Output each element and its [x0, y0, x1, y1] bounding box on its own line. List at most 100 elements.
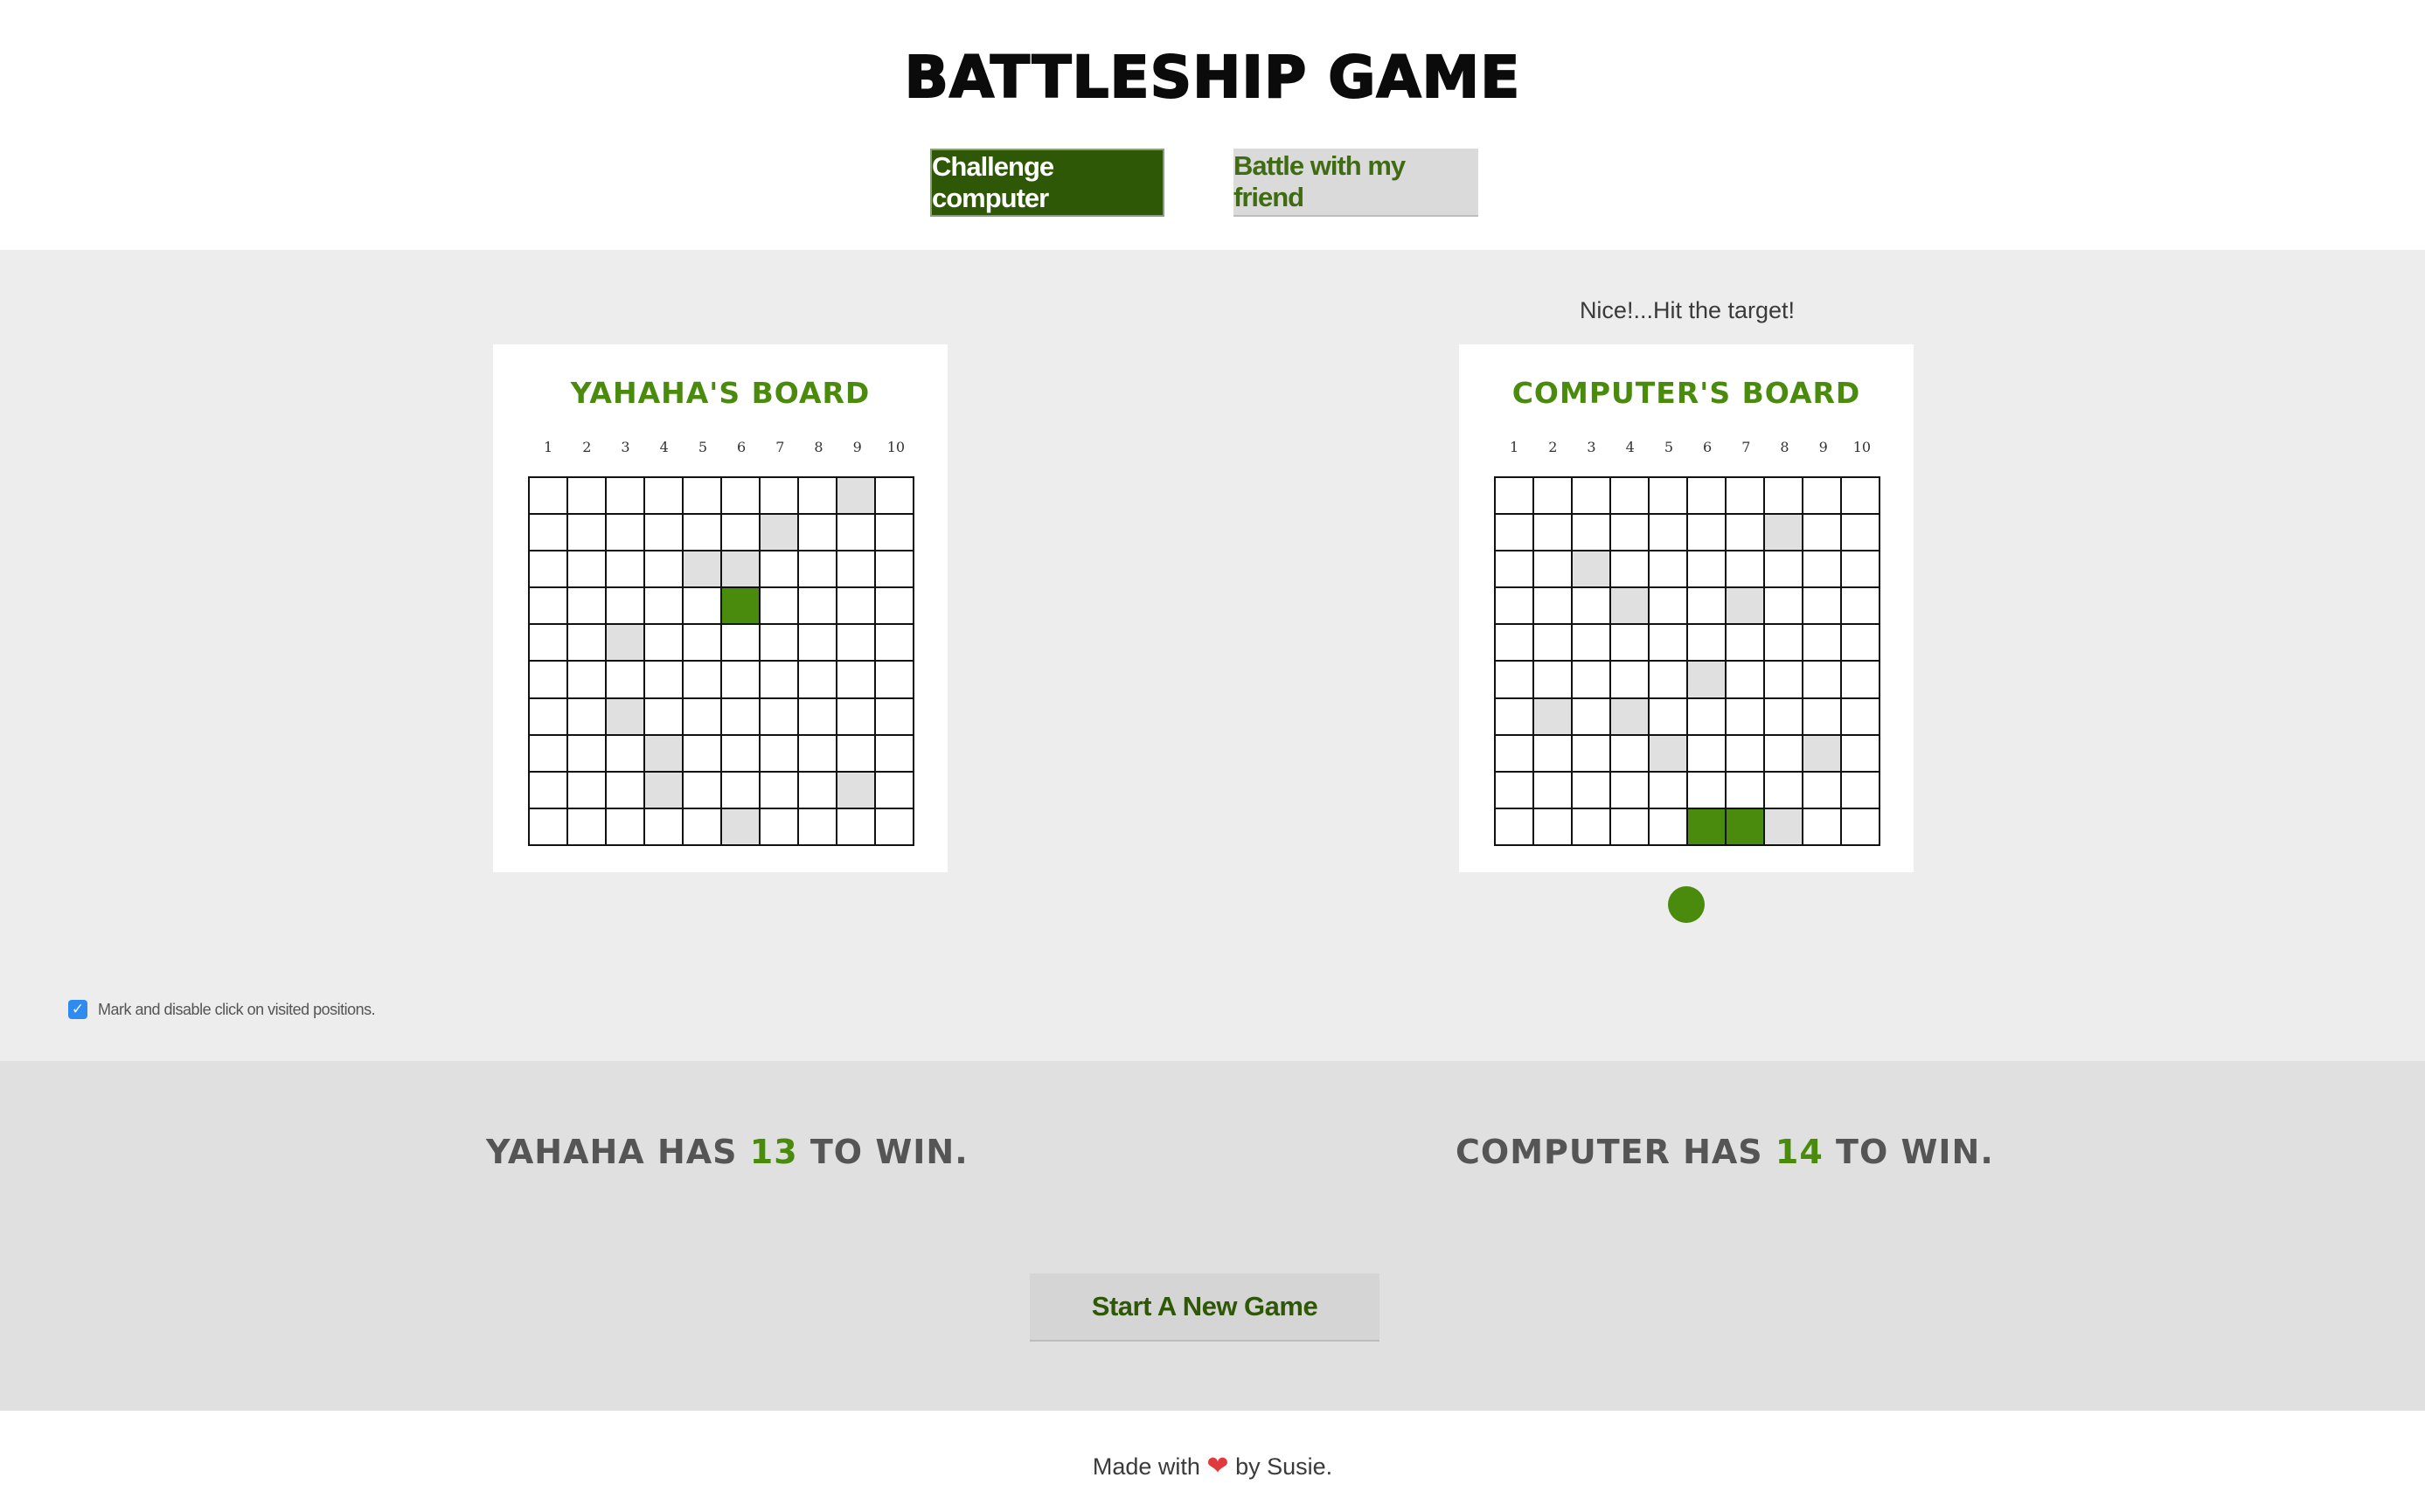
computer-cell-r8c4[interactable] — [1611, 735, 1650, 773]
computer-cell-r8c9[interactable] — [1803, 735, 1842, 773]
computer-cell-r3c5[interactable] — [1650, 551, 1688, 589]
computer-cell-r6c6[interactable] — [1688, 662, 1727, 699]
player-cell-r9c9[interactable] — [837, 772, 876, 809]
player-cell-r9c7[interactable] — [761, 772, 799, 809]
computer-cell-r7c1[interactable] — [1496, 698, 1534, 736]
computer-cell-r4c3[interactable] — [1573, 588, 1611, 626]
player-cell-r10c2[interactable] — [568, 808, 607, 846]
computer-cell-r9c7[interactable] — [1727, 772, 1765, 809]
player-cell-r5c1[interactable] — [530, 625, 568, 662]
player-cell-r1c7[interactable] — [761, 478, 799, 516]
computer-cell-r9c3[interactable] — [1573, 772, 1611, 809]
player-cell-r5c2[interactable] — [568, 625, 607, 662]
computer-cell-r9c1[interactable] — [1496, 772, 1534, 809]
computer-cell-r5c4[interactable] — [1611, 625, 1650, 662]
computer-cell-r3c10[interactable] — [1842, 551, 1880, 589]
computer-cell-r6c1[interactable] — [1496, 662, 1534, 699]
player-cell-r4c1[interactable] — [530, 588, 568, 626]
computer-cell-r4c10[interactable] — [1842, 588, 1880, 626]
computer-cell-r10c4[interactable] — [1611, 808, 1650, 846]
player-cell-r6c3[interactable] — [607, 662, 645, 699]
computer-cell-r2c7[interactable] — [1727, 515, 1765, 552]
player-cell-r5c5[interactable] — [684, 625, 722, 662]
battle-friend-button[interactable]: Battle with my friend — [1233, 149, 1478, 217]
computer-cell-r2c5[interactable] — [1650, 515, 1688, 552]
computer-cell-r10c1[interactable] — [1496, 808, 1534, 846]
player-cell-r8c7[interactable] — [761, 735, 799, 773]
computer-cell-r1c4[interactable] — [1611, 478, 1650, 516]
player-cell-r9c4[interactable] — [645, 772, 684, 809]
computer-cell-r1c9[interactable] — [1803, 478, 1842, 516]
player-cell-r1c10[interactable] — [876, 478, 914, 516]
player-cell-r5c6[interactable] — [722, 625, 761, 662]
player-cell-r9c8[interactable] — [799, 772, 837, 809]
computer-cell-r8c10[interactable] — [1842, 735, 1880, 773]
player-cell-r9c1[interactable] — [530, 772, 568, 809]
computer-cell-r4c7[interactable] — [1727, 588, 1765, 626]
player-cell-r10c9[interactable] — [837, 808, 876, 846]
computer-cell-r9c9[interactable] — [1803, 772, 1842, 809]
player-cell-r10c5[interactable] — [684, 808, 722, 846]
player-cell-r5c7[interactable] — [761, 625, 799, 662]
computer-cell-r5c9[interactable] — [1803, 625, 1842, 662]
player-cell-r3c7[interactable] — [761, 551, 799, 589]
computer-cell-r2c4[interactable] — [1611, 515, 1650, 552]
computer-cell-r1c8[interactable] — [1765, 478, 1803, 516]
player-cell-r8c6[interactable] — [722, 735, 761, 773]
computer-cell-r6c8[interactable] — [1765, 662, 1803, 699]
player-cell-r8c5[interactable] — [684, 735, 722, 773]
computer-cell-r10c2[interactable] — [1534, 808, 1573, 846]
player-cell-r7c5[interactable] — [684, 698, 722, 736]
player-cell-r8c9[interactable] — [837, 735, 876, 773]
computer-cell-r3c8[interactable] — [1765, 551, 1803, 589]
player-cell-r2c9[interactable] — [837, 515, 876, 552]
computer-cell-r6c7[interactable] — [1727, 662, 1765, 699]
player-cell-r3c9[interactable] — [837, 551, 876, 589]
player-cell-r2c2[interactable] — [568, 515, 607, 552]
computer-cell-r5c7[interactable] — [1727, 625, 1765, 662]
challenge-computer-button[interactable]: Challenge computer — [930, 149, 1164, 217]
computer-cell-r4c2[interactable] — [1534, 588, 1573, 626]
computer-cell-r1c3[interactable] — [1573, 478, 1611, 516]
new-game-button[interactable]: Start A New Game — [1030, 1273, 1379, 1342]
computer-cell-r8c6[interactable] — [1688, 735, 1727, 773]
player-cell-r1c9[interactable] — [837, 478, 876, 516]
player-cell-r5c3[interactable] — [607, 625, 645, 662]
computer-cell-r2c2[interactable] — [1534, 515, 1573, 552]
player-cell-r9c10[interactable] — [876, 772, 914, 809]
player-cell-r5c8[interactable] — [799, 625, 837, 662]
player-cell-r3c10[interactable] — [876, 551, 914, 589]
computer-cell-r5c2[interactable] — [1534, 625, 1573, 662]
computer-cell-r1c2[interactable] — [1534, 478, 1573, 516]
player-cell-r6c7[interactable] — [761, 662, 799, 699]
computer-cell-r9c5[interactable] — [1650, 772, 1688, 809]
computer-cell-r1c6[interactable] — [1688, 478, 1727, 516]
computer-cell-r10c7[interactable] — [1727, 808, 1765, 846]
player-cell-r3c6[interactable] — [722, 551, 761, 589]
computer-cell-r5c8[interactable] — [1765, 625, 1803, 662]
player-cell-r1c5[interactable] — [684, 478, 722, 516]
mark-visited-checkbox[interactable]: ✓ — [68, 1000, 87, 1019]
player-cell-r2c4[interactable] — [645, 515, 684, 552]
player-cell-r3c3[interactable] — [607, 551, 645, 589]
player-cell-r3c5[interactable] — [684, 551, 722, 589]
player-cell-r6c4[interactable] — [645, 662, 684, 699]
computer-cell-r1c1[interactable] — [1496, 478, 1534, 516]
player-cell-r6c5[interactable] — [684, 662, 722, 699]
computer-cell-r3c3[interactable] — [1573, 551, 1611, 589]
player-cell-r9c2[interactable] — [568, 772, 607, 809]
player-cell-r8c4[interactable] — [645, 735, 684, 773]
player-cell-r10c1[interactable] — [530, 808, 568, 846]
computer-cell-r10c3[interactable] — [1573, 808, 1611, 846]
player-cell-r4c8[interactable] — [799, 588, 837, 626]
computer-cell-r7c9[interactable] — [1803, 698, 1842, 736]
computer-cell-r5c6[interactable] — [1688, 625, 1727, 662]
player-cell-r4c6[interactable] — [722, 588, 761, 626]
player-cell-r1c1[interactable] — [530, 478, 568, 516]
player-cell-r6c9[interactable] — [837, 662, 876, 699]
player-cell-r3c8[interactable] — [799, 551, 837, 589]
player-cell-r2c5[interactable] — [684, 515, 722, 552]
computer-cell-r8c7[interactable] — [1727, 735, 1765, 773]
player-cell-r1c8[interactable] — [799, 478, 837, 516]
player-cell-r9c3[interactable] — [607, 772, 645, 809]
